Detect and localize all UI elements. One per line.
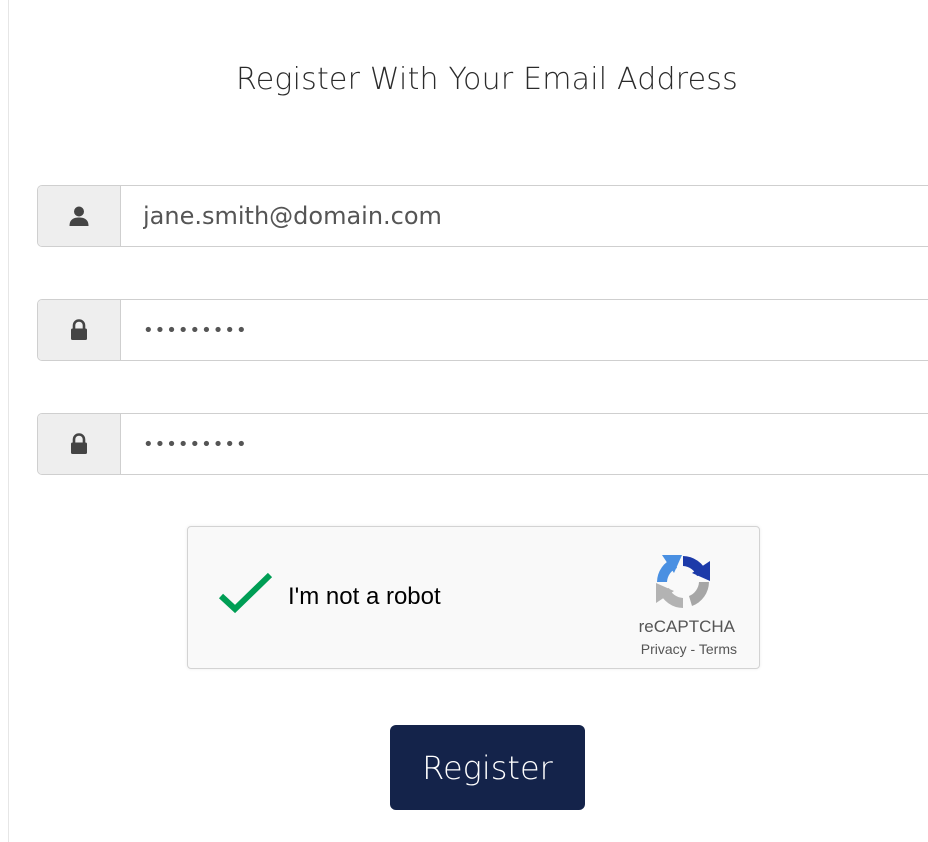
terms-link[interactable]: Terms [699, 641, 737, 657]
register-button[interactable]: Register [390, 725, 585, 810]
lock-icon [38, 414, 121, 474]
confirm-password-input-group [37, 413, 928, 475]
checkmark-icon[interactable] [218, 570, 274, 616]
registration-page: Register With Your Email Address jane.sm… [0, 0, 928, 842]
password-field[interactable] [121, 300, 928, 360]
recaptcha-widget: I'm not a robot reCAPTCHA Privacy - Term… [187, 526, 760, 669]
links-separator: - [686, 641, 699, 657]
left-divider [8, 0, 9, 842]
privacy-link[interactable]: Privacy [641, 641, 687, 657]
recaptcha-label: I'm not a robot [288, 583, 441, 610]
recaptcha-brand: reCAPTCHA [638, 617, 735, 636]
email-input-group [37, 185, 928, 247]
lock-icon [38, 300, 121, 360]
recaptcha-links: Privacy - Terms [641, 641, 737, 657]
password-input-group [37, 299, 928, 361]
confirm-password-field[interactable] [121, 414, 928, 474]
page-title: Register With Your Email Address [236, 62, 738, 97]
user-icon [38, 186, 121, 246]
email-field[interactable] [121, 186, 928, 246]
recaptcha-logo-icon [652, 551, 714, 613]
